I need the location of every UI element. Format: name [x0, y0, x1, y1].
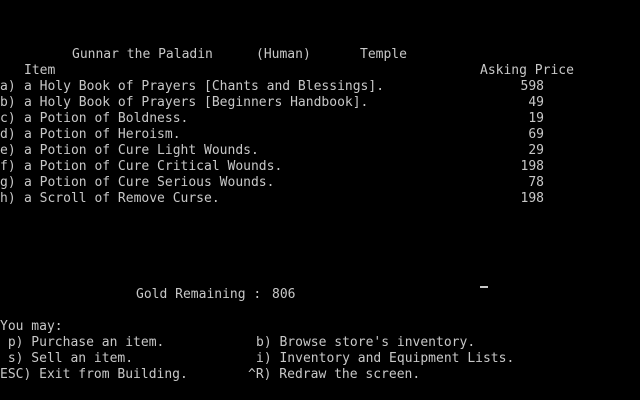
store-name: Temple: [360, 47, 407, 62]
item-name[interactable]: a Potion of Cure Critical Wounds.: [24, 159, 282, 175]
item-key[interactable]: e): [0, 143, 16, 159]
item-column-header: Item: [24, 63, 56, 78]
item-key[interactable]: h): [0, 191, 16, 207]
item-name[interactable]: a Potion of Boldness.: [24, 111, 188, 127]
item-price: 78: [528, 175, 544, 190]
item-name[interactable]: a Scroll of Remove Curse.: [24, 191, 220, 207]
gold-label: Gold Remaining :: [136, 287, 262, 302]
item-price: 198: [520, 159, 544, 174]
purchase-command[interactable]: p) Purchase an item.: [0, 335, 165, 351]
browse-command[interactable]: b) Browse store's inventory.: [256, 335, 475, 351]
text-cursor: [480, 286, 488, 288]
item-key[interactable]: a): [0, 79, 16, 95]
item-price: 69: [528, 127, 544, 142]
item-price: 19: [528, 111, 544, 126]
item-name[interactable]: a Holy Book of Prayers [Chants and Bless…: [24, 79, 384, 95]
character-race: (Human): [256, 47, 311, 62]
character-name: Gunnar the Paladin: [72, 47, 213, 62]
item-name[interactable]: a Potion of Heroism.: [24, 127, 181, 143]
item-price: 29: [528, 143, 544, 158]
item-key[interactable]: b): [0, 95, 16, 111]
item-key[interactable]: c): [0, 111, 16, 127]
exit-command[interactable]: ESC) Exit from Building.: [0, 367, 188, 383]
redraw-command[interactable]: ^R) Redraw the screen.: [248, 367, 420, 383]
item-name[interactable]: a Potion of Cure Light Wounds.: [24, 143, 259, 159]
item-name[interactable]: a Potion of Cure Serious Wounds.: [24, 175, 274, 191]
command-prompt: You may:: [0, 319, 63, 334]
item-price: 49: [528, 95, 544, 110]
sell-command[interactable]: s) Sell an item.: [0, 351, 133, 367]
inventory-command[interactable]: i) Inventory and Equipment Lists.: [256, 351, 514, 367]
item-name[interactable]: a Holy Book of Prayers [Beginners Handbo…: [24, 95, 368, 111]
item-price: 598: [520, 79, 544, 94]
item-price: 198: [520, 191, 544, 206]
item-key[interactable]: f): [0, 159, 16, 175]
item-key[interactable]: g): [0, 175, 16, 191]
price-column-header: Asking Price: [480, 63, 574, 78]
item-key[interactable]: d): [0, 127, 16, 143]
gold-value: 806: [272, 287, 296, 302]
